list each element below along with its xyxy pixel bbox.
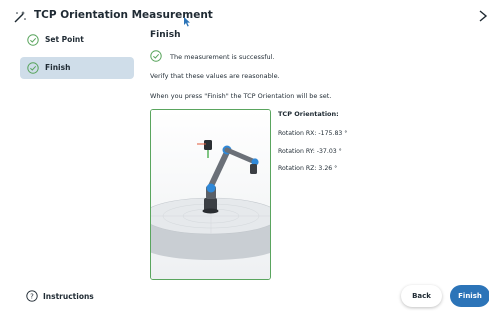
svg-text:?: ?: [30, 293, 34, 301]
sidebar-item-finish[interactable]: Finish: [20, 57, 134, 79]
magic-wand-icon: [14, 11, 26, 23]
back-button[interactable]: Back: [401, 285, 442, 307]
header: TCP Orientation Measurement: [0, 0, 489, 27]
rotation-rx: Rotation RX: -175.83 °: [278, 130, 348, 137]
success-message: The measurement is successful.: [170, 53, 275, 61]
check-circle-icon: [150, 50, 162, 62]
finish-info-text: When you press "Finish" the TCP Orientat…: [150, 92, 332, 100]
check-circle-icon: [27, 34, 39, 46]
chevron-right-icon[interactable]: [478, 10, 488, 22]
sidebar-item-label: Finish: [45, 63, 71, 72]
finish-button[interactable]: Finish: [450, 285, 489, 307]
wizard-sidebar: Set Point Finish: [0, 26, 140, 311]
rotation-rz: Rotation RZ: 3.26 °: [278, 165, 338, 172]
orientation-title: TCP Orientation:: [278, 110, 339, 118]
page-title: Finish: [150, 30, 181, 40]
robot-arm-illustration: [151, 110, 270, 279]
check-circle-icon: [27, 62, 39, 74]
robot-preview: [150, 109, 271, 280]
help-circle-icon: ?: [26, 290, 38, 302]
instructions-label: Instructions: [43, 292, 94, 301]
rotation-ry: Rotation RY: -37.03 °: [278, 148, 342, 155]
main-content: Finish The measurement is successful. Ve…: [150, 26, 489, 311]
verify-text: Verify that these values are reasonable.: [150, 72, 280, 80]
sidebar-item-label: Set Point: [45, 35, 84, 44]
sidebar-item-set-point[interactable]: Set Point: [20, 29, 134, 51]
